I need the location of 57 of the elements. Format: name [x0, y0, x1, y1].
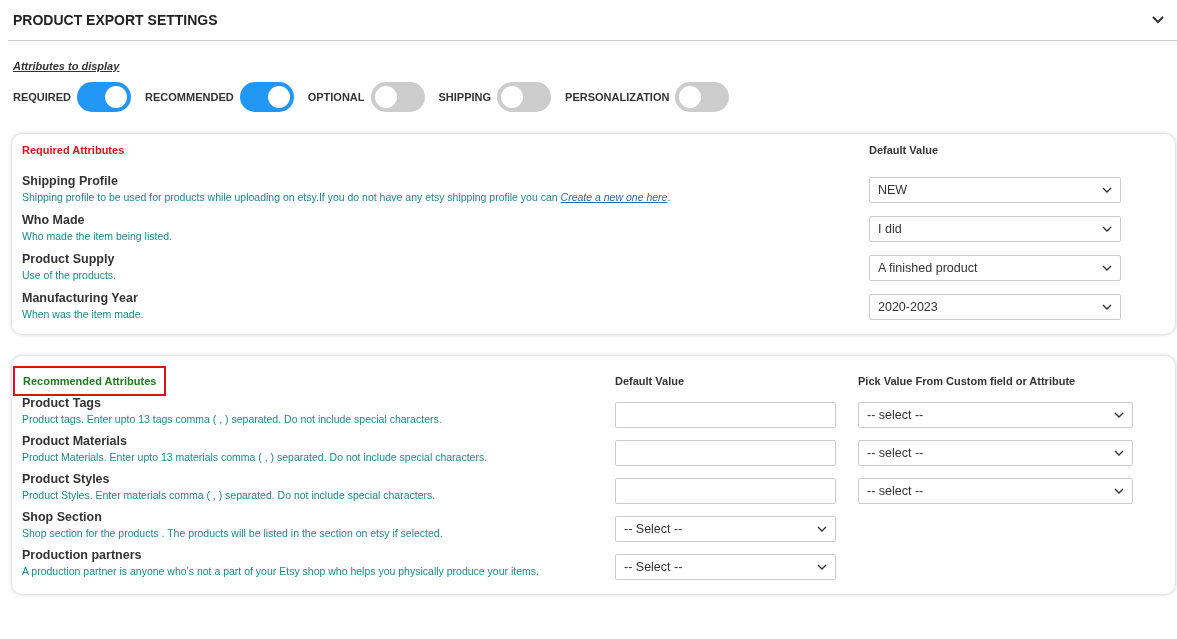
recommended-title: Recommended Attributes: [13, 366, 167, 396]
caret-icon: [1102, 225, 1112, 232]
toggle-label: OPTIONAL: [307, 91, 365, 103]
attribute-description: Product Styles. Enter materials comma ( , ) separated. Do not include special characters.: [22, 489, 437, 501]
attribute-description: A production partner is anyone who’s not a part of your Etsy shop who helps you physically produce your items.: [22, 565, 540, 577]
dropdown[interactable]: -- select --: [858, 440, 1133, 466]
section-title: PRODUCT EXPORT SETTINGS: [13, 12, 218, 28]
attribute-name: Product Styles: [22, 472, 111, 486]
toggle-switch[interactable]: [370, 82, 425, 112]
column-header: Default Value: [615, 375, 686, 387]
attribute-description: Shipping profile to be used for products while uploading on etsy.If you do not have any etsy shipping profile you can Create a new one here.: [22, 191, 672, 203]
input-field[interactable]: [615, 478, 836, 504]
required-title: Required Attributes: [22, 144, 125, 156]
caret-icon: [1114, 488, 1124, 494]
attribute-name: Who Made: [22, 213, 86, 227]
toggle-label: PERSONALIZATION: [565, 91, 670, 103]
attribute-name: Product Supply: [22, 252, 116, 266]
caret-icon: [1114, 412, 1124, 418]
dropdown[interactable]: -- Select --: [615, 554, 836, 580]
toggle-switch[interactable]: [497, 82, 552, 112]
caret-icon: [817, 526, 827, 532]
dropdown[interactable]: A finished product: [869, 254, 1121, 281]
attribute-description: Product tags. Enter upto 13 tags comma ( , ) separated. Do not include special characters.: [22, 413, 443, 425]
toggle-label: REQUIRED: [13, 91, 72, 103]
caret-icon: [1102, 303, 1112, 310]
attribute-name: Production partners: [22, 548, 143, 562]
attribute-name: Product Materials: [22, 434, 128, 448]
attribute-name: Shipping Profile: [22, 174, 119, 188]
attribute-name: Shop Section: [22, 510, 103, 524]
attribute-description: Who made the item being listed.: [22, 230, 173, 242]
dropdown[interactable]: -- Select --: [615, 516, 836, 542]
input-field[interactable]: [615, 402, 836, 428]
caret-icon: [1102, 264, 1112, 271]
toggle-label: SHIPPING: [438, 91, 492, 103]
attribute-description: When was the item made.: [22, 308, 145, 320]
toggle-switch[interactable]: [239, 82, 294, 112]
caret-icon: [1114, 450, 1124, 456]
dropdown[interactable]: -- select --: [858, 402, 1133, 428]
attribute-description: Product Materials. Enter upto 13 materials comma ( , ) separated. Do not include special characters.: [22, 451, 489, 463]
caret-icon: [1102, 186, 1112, 193]
attribute-description: Use of the products.: [22, 269, 117, 281]
toggle-switch[interactable]: [675, 82, 730, 112]
toggle-label: RECOMMENDED: [145, 91, 234, 103]
column-header: Default Value: [869, 144, 940, 156]
column-header: Pick Value From Custom field or Attribute: [858, 375, 1077, 387]
caret-icon: [817, 564, 827, 570]
input-field[interactable]: [615, 440, 836, 466]
attribute-name: Product Tags: [22, 396, 102, 410]
dropdown[interactable]: I did: [869, 215, 1121, 242]
attribute-description: Shop section for the products . The products will be listed in the section on etsy if selected.: [22, 527, 444, 539]
attribute-name: Manufacturing Year: [22, 291, 139, 305]
create-link[interactable]: Create a new one here: [560, 191, 668, 203]
dropdown[interactable]: -- select --: [858, 478, 1133, 504]
dropdown[interactable]: 2020-2023: [869, 293, 1121, 320]
dropdown[interactable]: NEW: [869, 176, 1121, 203]
toggle-switch[interactable]: [77, 82, 132, 112]
attributes-label: Attributes to display: [13, 60, 120, 72]
